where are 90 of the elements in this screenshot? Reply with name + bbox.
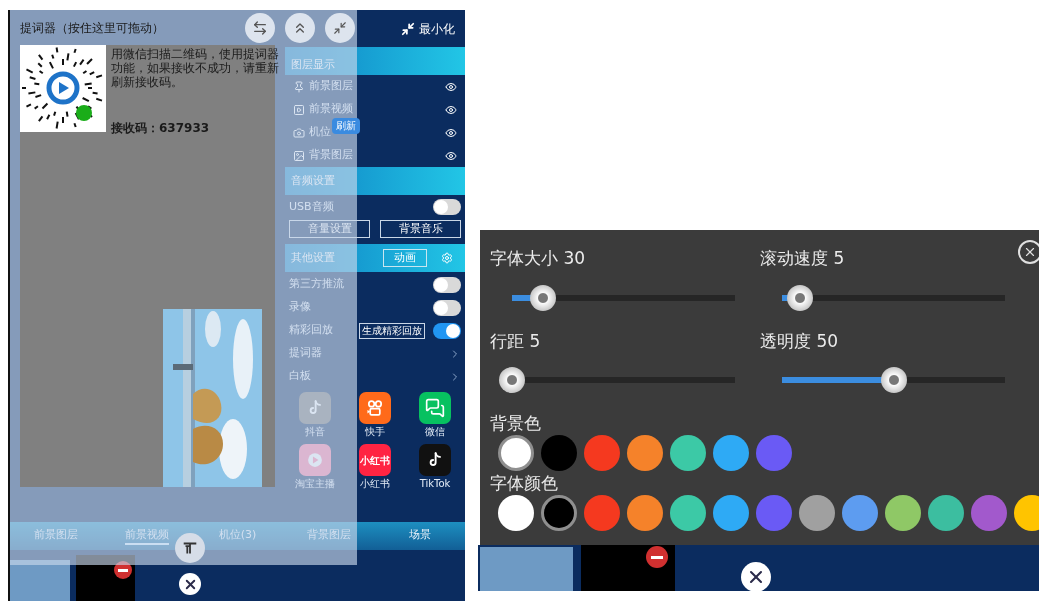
slider-label: 滚动速度 5 [760, 247, 846, 270]
teleprompter-title[interactable]: 提词器（按住这里可拖动） [20, 18, 164, 37]
row-label[interactable]: 白板 [289, 368, 311, 385]
app-label[interactable]: 抖音 [305, 426, 325, 438]
layer-thumbnail[interactable] [480, 547, 573, 591]
tab[interactable]: 前景图层 [33, 527, 78, 545]
layer-thumbnail[interactable] [581, 545, 675, 591]
color-swatch[interactable] [670, 495, 706, 531]
color-swatch[interactable] [756, 495, 792, 531]
image-icon [293, 149, 305, 162]
remove-icon[interactable] [646, 546, 668, 568]
video-icon [293, 103, 305, 116]
minimize-label[interactable]: 最小化 [419, 19, 455, 38]
tab[interactable]: 机位(3) [218, 527, 257, 545]
color-swatch[interactable] [627, 495, 663, 531]
camera-icon [293, 126, 305, 139]
font-size-button[interactable] [175, 533, 205, 563]
color-swatch[interactable] [541, 435, 577, 471]
layer-label[interactable]: 前景视频 [309, 101, 353, 118]
slider-label: 透明度 50 [760, 330, 840, 353]
app-label[interactable]: 淘宝主播 [295, 478, 335, 490]
row-label: 录像 [289, 299, 311, 316]
color-swatch[interactable] [713, 495, 749, 531]
tab[interactable]: 背景图层 [306, 527, 351, 545]
color-swatch[interactable] [928, 495, 964, 531]
color-swatch[interactable] [971, 495, 1007, 531]
close-button[interactable] [179, 573, 201, 595]
layer-label[interactable]: 前景图层 [309, 78, 353, 95]
row-label: USB音频 [289, 198, 334, 215]
color-swatch[interactable] [541, 495, 577, 531]
eye-icon[interactable] [445, 126, 457, 139]
layer-label[interactable]: 背景图层 [309, 147, 353, 164]
instruction-text: 用微信扫描二维码，使用提词器功能，如果接收不成功，请重新刷新接收码。 [111, 47, 280, 89]
app-label[interactable]: 微信 [425, 426, 445, 438]
outline-button[interactable]: 背景音乐 [380, 220, 461, 238]
slider-label: 字体大小 30 [490, 247, 587, 270]
close-button[interactable] [1018, 240, 1039, 264]
tab[interactable]: 前景视频 [124, 527, 169, 545]
color-swatch[interactable] [885, 495, 921, 531]
swap-button[interactable] [245, 12, 275, 43]
music-note-icon[interactable] [419, 444, 451, 476]
eye-icon[interactable] [445, 103, 457, 116]
color-swatch[interactable] [799, 495, 835, 531]
color-swatch[interactable] [584, 435, 620, 471]
section-header: 图层显示 [285, 47, 465, 75]
highlight-button[interactable]: 生成精彩回放 [359, 322, 425, 339]
chat-icon[interactable] [419, 392, 451, 424]
layer-label[interactable]: 机位 [309, 124, 331, 141]
color-swatch[interactable] [584, 495, 620, 531]
app-label[interactable]: 小红书 [360, 478, 390, 490]
row-label: 精彩回放 [289, 322, 333, 339]
outline-button[interactable]: 音量设置 [289, 220, 370, 238]
pin-icon [293, 80, 305, 93]
swap-icon [252, 19, 268, 36]
toggle-switch[interactable] [433, 199, 461, 215]
shrink-button[interactable] [325, 12, 355, 43]
refresh-button[interactable]: 刷新 [332, 118, 360, 134]
color-swatch[interactable] [498, 435, 534, 471]
color-swatch[interactable] [713, 435, 749, 471]
color-swatch[interactable] [670, 435, 706, 471]
minimize-icon[interactable] [401, 21, 415, 36]
toggle-switch[interactable] [433, 299, 461, 316]
camera-icon[interactable] [359, 392, 391, 424]
toggle-switch[interactable] [433, 322, 461, 339]
color-swatch[interactable] [756, 435, 792, 471]
color-swatch[interactable] [627, 435, 663, 471]
toggle-switch[interactable] [433, 276, 461, 293]
layer-thumbnail[interactable] [10, 560, 70, 601]
collapse-button[interactable] [285, 12, 315, 43]
color-swatch[interactable] [498, 495, 534, 531]
section-label: 字体颜色 [490, 472, 559, 495]
section-title: 其他设置 [291, 249, 335, 266]
color-swatch[interactable] [842, 495, 878, 531]
animation-button[interactable]: 动画 [383, 249, 427, 267]
shrink-icon [333, 20, 347, 35]
eye-icon[interactable] [445, 149, 457, 162]
row-label[interactable]: 提词器 [289, 345, 322, 362]
slider-label: 行距 5 [490, 330, 542, 353]
tab[interactable]: 场景 [408, 527, 431, 545]
app-label[interactable]: 快手 [365, 426, 385, 438]
app-label[interactable]: TikTok [419, 478, 451, 490]
remove-icon[interactable] [114, 561, 132, 579]
receive-code: 接收码：637933 [111, 120, 210, 137]
section-label: 背景色 [490, 412, 542, 435]
app-icon[interactable]: 小红书 [359, 444, 391, 476]
close-button[interactable] [741, 562, 771, 592]
eye-icon[interactable] [445, 80, 457, 93]
section-header: 音频设置 [285, 167, 465, 195]
layer-thumbnail[interactable] [76, 555, 135, 601]
close-icon [1023, 245, 1037, 259]
